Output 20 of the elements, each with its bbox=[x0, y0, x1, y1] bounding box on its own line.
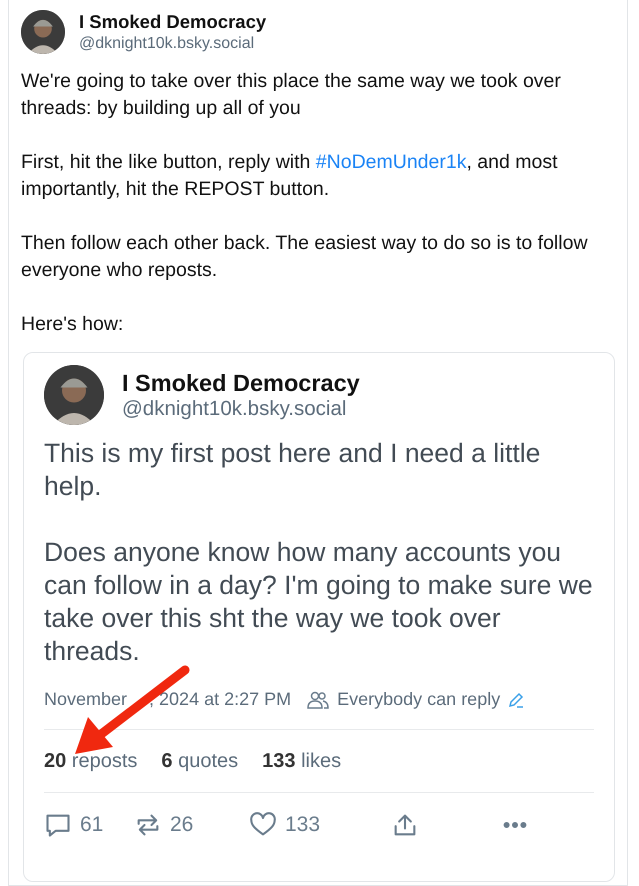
author-name[interactable]: I Smoked Democracy bbox=[79, 11, 266, 34]
author-handle[interactable]: @dknight10k.bsky.social bbox=[122, 396, 360, 422]
post-text: Here's how: bbox=[21, 312, 124, 337]
post-text: We're going to take over this place the same way we took over threads: by building up all of you bbox=[21, 69, 562, 121]
post-text: Then follow each other back. The easiest way to do so is to follow everyone who reposts. bbox=[21, 231, 589, 283]
author-name[interactable]: I Smoked Democracy bbox=[122, 368, 360, 397]
post-date: , 2024 at 2:27 PM bbox=[149, 688, 292, 711]
author-handle[interactable]: @dknight10k.bsky.social bbox=[79, 34, 266, 53]
post-text: This is my first post here and I need a little help. bbox=[44, 437, 542, 503]
repost-button[interactable]: 26 bbox=[134, 809, 249, 840]
reply-setting-text[interactable]: Everybody can reply bbox=[337, 686, 500, 713]
post-text: Does anyone know how many accounts you can follow in a day? I'm going to make sure we take over this sht the way we took over threads. bbox=[44, 536, 594, 668]
reply-button[interactable]: 61 bbox=[44, 809, 134, 840]
post-date: November bbox=[44, 688, 128, 711]
like-button[interactable]: 133 bbox=[249, 809, 391, 840]
hashtag-link[interactable]: #NoDemUnder1k bbox=[316, 151, 466, 173]
stat-count-link[interactable]: 133 likes bbox=[262, 746, 342, 776]
stat-count-link[interactable]: 20 reposts bbox=[44, 746, 138, 776]
stat-count-link[interactable]: 6 quotes bbox=[161, 746, 238, 776]
post-text: First, hit the like button, reply with #NoDemUnder1k, and most importantly, hit the REPOST button. bbox=[21, 150, 558, 202]
